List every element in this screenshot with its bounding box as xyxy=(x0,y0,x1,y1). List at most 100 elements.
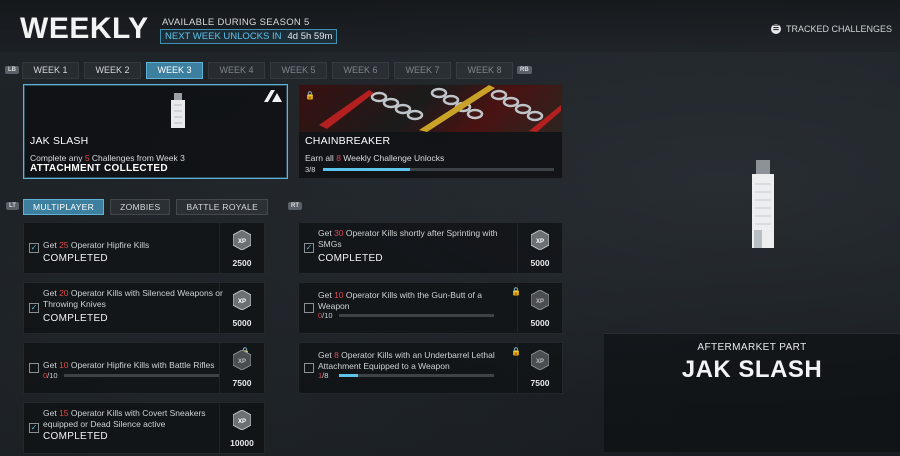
attachment-preview-icon xyxy=(752,160,774,248)
reward-progress-bar xyxy=(323,168,554,171)
tracked-challenges-label: TRACKED CHALLENGES xyxy=(785,24,892,34)
preview-panel: AFTERMARKET PART JAK SLASH xyxy=(604,333,900,452)
checkbox-checked-icon: ✓ xyxy=(304,243,314,253)
next-unlock-timer: 4d 5h 59m xyxy=(287,31,333,42)
xp-reward: XP 7500 xyxy=(219,343,264,393)
challenge-progress-text: 1/8 xyxy=(318,371,329,380)
tab-battle-royale[interactable]: BATTLE ROYALE xyxy=(176,199,269,215)
checkbox-empty-icon: ✓ xyxy=(304,303,314,313)
challenge-description: Get 10 Operator Kills with the Gun-Butt … xyxy=(318,290,482,311)
challenge-card[interactable]: ✓ Get 10 Operator Hipfire Kills with Bat… xyxy=(23,342,265,394)
challenge-description: Get 15 Operator Kills with Covert Sneake… xyxy=(43,408,206,429)
xp-token-icon: XP xyxy=(531,290,549,310)
challenge-status: COMPLETED xyxy=(43,431,108,442)
xp-reward: XP 10000 xyxy=(219,403,264,453)
lock-icon: 🔒 xyxy=(305,91,315,100)
reward-art xyxy=(299,85,562,132)
svg-text:XP: XP xyxy=(536,299,544,305)
week-tabs: WEEK 1 WEEK 2 WEEK 3 WEEK 4 WEEK 5 WEEK … xyxy=(22,62,513,79)
checkbox-empty-icon: ✓ xyxy=(29,363,39,373)
checkbox-checked-icon: ✓ xyxy=(29,303,39,313)
rb-button-icon: RB xyxy=(517,66,532,74)
xp-amount: 10000 xyxy=(230,438,254,448)
svg-text:XP: XP xyxy=(536,239,544,245)
xp-amount: 5000 xyxy=(232,318,252,328)
challenge-description: Get 20 Operator Kills with Silenced Weap… xyxy=(43,288,223,309)
reward-progress-text: 3/8 xyxy=(305,165,316,174)
xp-reward: XP 2500 xyxy=(219,223,264,273)
xp-token-icon: XP xyxy=(233,230,251,250)
reward-status: ATTACHMENT COLLECTED xyxy=(30,163,168,174)
challenge-progress-bar xyxy=(64,374,219,377)
challenge-card[interactable]: ✓ Get 25 Operator Hipfire Kills COMPLETE… xyxy=(23,222,265,274)
lb-button-icon: LB xyxy=(5,66,19,74)
tab-week-1[interactable]: WEEK 1 xyxy=(22,62,79,79)
next-week-countdown: NEXT WEEK UNLOCKS IN 4d 5h 59m xyxy=(160,29,338,44)
tab-zombies[interactable]: ZOMBIES xyxy=(110,199,171,215)
lt-button-icon: LT xyxy=(6,202,19,210)
reward-description: Earn all 8 Weekly Challenge Unlocks xyxy=(305,153,445,163)
challenge-status: COMPLETED xyxy=(43,253,108,264)
tab-week-4[interactable]: WEEK 4 xyxy=(208,62,265,79)
xp-reward: XP 5000 xyxy=(219,283,264,333)
rt-button-icon: RT xyxy=(288,202,302,210)
mode-tabs: MULTIPLAYER ZOMBIES BATTLE ROYALE xyxy=(23,199,269,215)
xp-amount: 2500 xyxy=(232,258,252,268)
tab-week-8[interactable]: WEEK 8 xyxy=(456,62,513,79)
preview-item-type: AFTERMARKET PART xyxy=(697,342,807,353)
reward-name: CHAINBREAKER xyxy=(305,135,391,147)
challenge-card[interactable]: ✓ Get 15 Operator Kills with Covert Snea… xyxy=(23,402,265,454)
challenge-description: Get 10 Operator Hipfire Kills with Battl… xyxy=(43,360,215,370)
challenge-progress-bar xyxy=(339,314,494,317)
challenge-progress-fill xyxy=(339,374,359,377)
svg-text:XP: XP xyxy=(238,299,246,305)
tab-week-6[interactable]: WEEK 6 xyxy=(332,62,389,79)
tab-week-2[interactable]: WEEK 2 xyxy=(84,62,141,79)
reward-name: JAK SLASH xyxy=(30,135,89,147)
xp-amount: 7500 xyxy=(232,378,252,388)
xp-reward: XP 7500 xyxy=(517,343,562,393)
challenge-progress-text: 0/10 xyxy=(43,371,58,380)
xp-amount: 5000 xyxy=(530,318,550,328)
challenge-description: Get 30 Operator Kills shortly after Spri… xyxy=(318,228,498,249)
svg-text:XP: XP xyxy=(238,419,246,425)
chainbreaker-camo-icon xyxy=(319,85,561,132)
reward-progress-fill xyxy=(323,168,410,171)
tab-week-5[interactable]: WEEK 5 xyxy=(270,62,327,79)
reward-description: Complete any 5 Challenges from Week 3 xyxy=(30,153,185,163)
xp-token-icon: XP xyxy=(233,350,251,370)
challenge-status: COMPLETED xyxy=(318,253,383,264)
svg-text:XP: XP xyxy=(238,239,246,245)
view-button-icon: ☰ xyxy=(770,24,781,34)
season-label: AVAILABLE DURING SEASON 5 xyxy=(162,17,310,28)
xp-token-icon: XP xyxy=(233,410,251,430)
xp-amount: 7500 xyxy=(530,378,550,388)
challenge-progress-bar xyxy=(339,374,494,377)
tracked-challenges-button[interactable]: ☰ TRACKED CHALLENGES xyxy=(770,24,892,34)
challenge-card[interactable]: ✓ Get 10 Operator Kills with the Gun-But… xyxy=(298,282,563,334)
xp-token-icon: XP xyxy=(531,350,549,370)
challenge-description: Get 25 Operator Hipfire Kills xyxy=(43,240,150,250)
xp-token-icon: XP xyxy=(233,290,251,310)
checkbox-checked-icon: ✓ xyxy=(29,423,39,433)
xp-amount: 5000 xyxy=(530,258,550,268)
xp-reward: XP 5000 xyxy=(517,283,562,333)
reward-art xyxy=(24,85,287,132)
preview-item-name: JAK SLASH xyxy=(681,356,823,383)
svg-text:XP: XP xyxy=(238,359,246,365)
next-unlock-label: NEXT WEEK UNLOCKS IN xyxy=(165,31,282,42)
brand-logo-icon xyxy=(264,90,282,102)
challenge-status: COMPLETED xyxy=(43,313,108,324)
reward-card-chainbreaker[interactable]: 🔒 CHAINBREAKER Earn all 8 Weekly Challen… xyxy=(298,84,563,179)
page-title: WEEKLY xyxy=(20,12,149,45)
checkbox-checked-icon: ✓ xyxy=(29,243,39,253)
challenge-card[interactable]: ✓ Get 30 Operator Kills shortly after Sp… xyxy=(298,222,563,274)
checkbox-empty-icon: ✓ xyxy=(304,363,314,373)
xp-reward: XP 5000 xyxy=(517,223,562,273)
tab-week-3[interactable]: WEEK 3 xyxy=(146,62,203,79)
challenge-card[interactable]: ✓ Get 20 Operator Kills with Silenced We… xyxy=(23,282,265,334)
challenge-card[interactable]: ✓ Get 8 Operator Kills with an Underbarr… xyxy=(298,342,563,394)
tab-week-7[interactable]: WEEK 7 xyxy=(394,62,451,79)
reward-card-jak-slash[interactable]: JAK SLASH Complete any 5 Challenges from… xyxy=(23,84,288,179)
tab-multiplayer[interactable]: MULTIPLAYER xyxy=(23,199,105,215)
